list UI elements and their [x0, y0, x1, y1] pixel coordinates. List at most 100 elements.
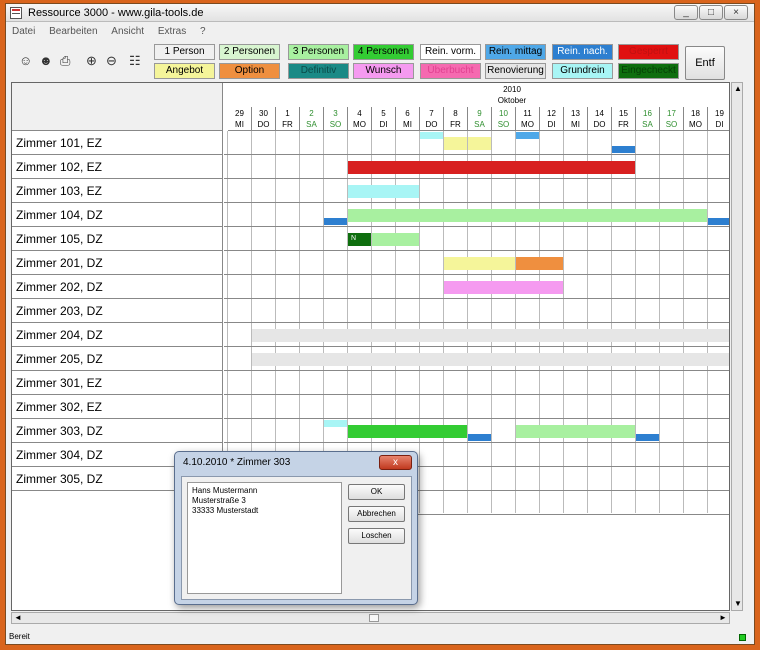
horizontal-scrollbar[interactable]: ◄ ► — [11, 612, 730, 624]
room-row-label[interactable]: Zimmer 302, EZ — [12, 395, 223, 419]
close-button[interactable]: × — [724, 5, 748, 20]
menu-extras[interactable]: Extras — [152, 24, 191, 37]
title-bar: Ressource 3000 - www.gila-tools.de _ □ × — [6, 4, 754, 22]
legend-überbucht[interactable]: Überbucht — [420, 63, 481, 79]
day-header: 7 DO — [420, 107, 444, 131]
day-header: 1 FR — [276, 107, 300, 131]
day-header: 4 MO — [348, 107, 372, 131]
booking-bar[interactable] — [444, 281, 563, 294]
booking-bar[interactable] — [348, 425, 467, 438]
room-row-label[interactable]: Zimmer 202, DZ — [12, 275, 223, 299]
app-icon — [10, 7, 22, 19]
zoom-in-icon[interactable]: ⊕ — [86, 54, 97, 68]
menu-datei[interactable]: Datei — [6, 24, 40, 37]
cancel-button[interactable]: Abbrechen — [348, 506, 405, 522]
day-header: 6 MI — [396, 107, 420, 131]
day-header: 18 MO — [684, 107, 708, 131]
legend-option[interactable]: Option — [219, 63, 280, 79]
day-header: 8 FR — [444, 107, 468, 131]
scroll-left-icon[interactable]: ◄ — [14, 613, 22, 622]
booking-bar[interactable] — [708, 218, 729, 225]
room-row-label[interactable]: Zimmer 301, EZ — [12, 371, 223, 395]
booking-bar[interactable] — [420, 132, 443, 139]
scroll-up-icon[interactable]: ▲ — [734, 84, 742, 93]
persons-icon[interactable]: ☻ — [39, 54, 53, 68]
room-row-label[interactable]: Zimmer 205, DZ — [12, 347, 223, 371]
booking-bar[interactable] — [324, 218, 347, 225]
scroll-right-icon[interactable]: ► — [719, 613, 727, 622]
room-row-label[interactable]: Zimmer 104, DZ — [12, 203, 223, 227]
dialog-close-button[interactable]: x — [379, 455, 412, 470]
booking-bar[interactable] — [516, 257, 563, 270]
booking-bar[interactable] — [324, 420, 347, 427]
day-header: 19 DI — [708, 107, 729, 131]
day-header: 30 DO — [252, 107, 276, 131]
booking-bar[interactable]: N — [348, 233, 371, 246]
legend-rein-nach-[interactable]: Rein. nach. — [552, 44, 613, 60]
legend-grundrein[interactable]: Grundrein — [552, 63, 613, 79]
legend-2-personen[interactable]: 2 Personen — [219, 44, 280, 60]
day-header: 11 MO — [516, 107, 540, 131]
legend-renovierung[interactable]: Renovierung — [485, 63, 546, 79]
legend-gesperrt[interactable]: Gesperrt — [618, 44, 679, 60]
minimize-button[interactable]: _ — [674, 5, 698, 20]
day-header: 3 SO — [324, 107, 348, 131]
scroll-down-icon[interactable]: ▼ — [734, 599, 742, 608]
room-row-label[interactable]: Zimmer 203, DZ — [12, 299, 223, 323]
legend-rein-mittag[interactable]: Rein. mittag — [485, 44, 546, 60]
legend-1-person[interactable]: 1 Person — [154, 44, 215, 60]
delete-button[interactable]: Entf — [685, 46, 725, 80]
zoom-out-icon[interactable]: ⊖ — [106, 54, 117, 68]
booking-bar[interactable] — [348, 209, 707, 222]
status-indicator-icon — [739, 634, 746, 641]
delete-entry-button[interactable]: Loschen — [348, 528, 405, 544]
legend-3-personen[interactable]: 3 Personen — [288, 44, 349, 60]
status-bar: Bereit — [6, 632, 754, 644]
day-header: 13 MI — [564, 107, 588, 131]
day-header: 15 FR — [612, 107, 636, 131]
guest-address-field[interactable]: Hans Mustermann Musterstraße 3 33333 Muste… — [187, 482, 342, 594]
booking-bar[interactable] — [444, 257, 515, 270]
dialog-title: 4.10.2010 * Zimmer 303 — [183, 457, 291, 468]
ok-button[interactable]: OK — [348, 484, 405, 500]
booking-bar[interactable] — [348, 161, 635, 174]
room-row-label[interactable]: Zimmer 303, DZ — [12, 419, 223, 443]
menu-ansicht[interactable]: Ansicht — [105, 24, 149, 37]
booking-bar[interactable] — [348, 185, 419, 198]
legend-angebot[interactable]: Angebot — [154, 63, 215, 79]
person-icon[interactable]: ☺ — [19, 54, 32, 68]
booking-bar[interactable] — [468, 434, 491, 441]
room-row-label[interactable]: Zimmer 101, EZ — [12, 131, 223, 155]
legend-4-personen[interactable]: 4 Personen — [353, 44, 414, 60]
maximize-button[interactable]: □ — [699, 5, 723, 20]
menu-bearbeiten[interactable]: Bearbeiten — [43, 24, 102, 37]
booking-bar[interactable] — [468, 137, 491, 150]
legend-eingecheckt[interactable]: Eingecheckt — [618, 63, 679, 79]
room-row-label[interactable]: Zimmer 103, EZ — [12, 179, 223, 203]
day-header: 16 SA — [636, 107, 660, 131]
room-row-label[interactable]: Zimmer 105, DZ — [12, 227, 223, 251]
booking-bar[interactable] — [636, 434, 659, 441]
legend-rein-vorm-[interactable]: Rein. vorm. — [420, 44, 481, 60]
vertical-scrollbar[interactable]: ▲ ▼ — [731, 82, 743, 611]
year-label: 2010 — [503, 85, 521, 94]
booking-bar[interactable] — [372, 233, 419, 246]
people-group-icon[interactable]: ☷ — [129, 54, 141, 68]
legend-definitiv[interactable]: Definitiv — [288, 63, 349, 79]
legend-wunsch[interactable]: Wunsch — [353, 63, 414, 79]
booking-bar[interactable] — [612, 146, 635, 153]
scroll-thumb[interactable] — [369, 614, 379, 622]
day-header: 2 SA — [300, 107, 324, 131]
printer-icon[interactable]: ⎙ — [60, 54, 70, 68]
booking-bar[interactable] — [252, 329, 729, 342]
day-header: 12 DI — [540, 107, 564, 131]
row-header-corner — [12, 83, 223, 131]
booking-bar[interactable] — [516, 425, 635, 438]
room-row-label[interactable]: Zimmer 102, EZ — [12, 155, 223, 179]
room-row-label[interactable]: Zimmer 201, DZ — [12, 251, 223, 275]
room-row-label[interactable]: Zimmer 204, DZ — [12, 323, 223, 347]
booking-bar[interactable] — [252, 353, 729, 366]
menu-help[interactable]: ? — [194, 24, 211, 37]
booking-bar[interactable] — [444, 137, 467, 150]
booking-bar[interactable] — [516, 132, 539, 139]
